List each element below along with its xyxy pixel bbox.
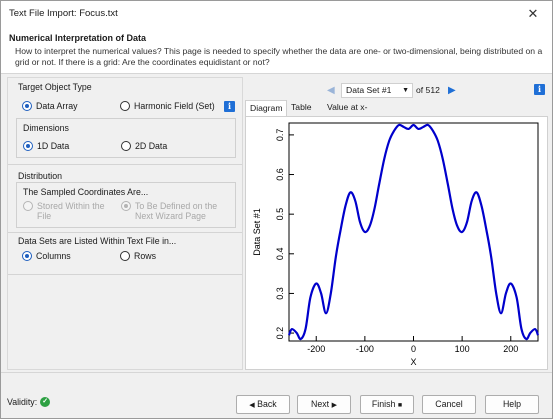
radio-circle [120,251,130,261]
x-tick-label: -100 [356,344,374,354]
distribution-group: Distribution The Sampled Coordinates Are… [8,166,242,232]
y-tick-label: 0.3 [275,287,285,300]
next-button[interactable]: Next ▶ [297,395,351,414]
next-button-label: Next [311,399,330,409]
listing-group: Data Sets are Listed Within Text File in… [8,234,242,274]
y-tick-label: 0.5 [275,208,285,221]
x-tick-label: -200 [307,344,325,354]
wizard-header: Numerical Interpretation of Data How to … [1,26,552,74]
radio-rows[interactable]: Rows [120,251,156,261]
cancel-button-label: Cancel [435,399,463,409]
validity-label: Validity: [7,397,38,407]
radio-defined-next-page[interactable]: To Be Defined on the Next Wizard Page [121,201,217,221]
radio-label-line1: Stored Within the [37,201,105,211]
window-title: Text File Import: Focus.txt [9,8,118,19]
diagram-area: 0.2 0.3 0.4 0.5 0.6 0.7 -200 -100 0 100 200 X Dat… [245,116,548,370]
radio-label: Harmonic Field (Set) [134,101,215,111]
radio-circle [121,141,131,151]
y-axis-label: Data Set #1 [252,208,262,256]
preview-panel: ◀ Data Set #1 ▼ of 512 ▶ i Diagram Table… [245,77,548,370]
dataset-count: of 512 [416,85,440,95]
target-object-title: Target Object Type [18,82,92,92]
chevron-left-icon[interactable]: ◀ [327,85,335,96]
radio-circle [23,141,33,151]
sampled-coordinates-title: The Sampled Coordinates Are... [23,187,149,197]
back-button-label: Back [257,399,277,409]
listing-title: Data Sets are Listed Within Text File in… [18,236,177,246]
radio-circle [22,251,32,261]
help-button-label: Help [502,399,522,409]
divider [8,232,242,233]
y-tick-label: 0.4 [275,248,285,261]
radio-circle [23,201,33,211]
line-chart: 0.2 0.3 0.4 0.5 0.6 0.7 -200 -100 0 100 200 X Dat… [252,122,540,367]
series-line [287,123,540,341]
title-bar: Text File Import: Focus.txt ✕ [1,1,552,26]
x-tick-label: 200 [503,344,518,354]
options-panel: Target Object Type Data Array Harmonic F… [7,77,243,370]
wizard-footer: Validity: ✓ ◀ Back Next ▶ Finish ■ Cance… [1,372,552,418]
back-button[interactable]: ◀ Back [236,395,290,414]
distribution-title: Distribution [18,171,63,181]
dimensions-title: Dimensions [23,123,69,133]
finish-button-label: Finish [371,399,396,409]
y-tick-label: 0.6 [275,168,285,181]
plot-frame [288,122,539,342]
radio-circle [121,201,131,211]
sampled-coordinates-box: The Sampled Coordinates Are... Stored Wi… [16,182,236,228]
radio-label: Data Array [36,101,78,111]
radio-label-line2: File [37,211,52,221]
y-tick-label: 0.2 [275,327,285,340]
help-button[interactable]: Help [485,395,539,414]
dataset-select[interactable]: Data Set #1 ▼ [341,83,413,98]
divider [8,164,242,165]
radio-label: 2D Data [135,141,168,151]
x-tick-label: 100 [455,344,470,354]
page-description: How to interpret the numerical values? T… [15,46,543,67]
radio-label-line1: To Be Defined on the [135,201,218,211]
info-icon[interactable]: i [534,84,545,95]
radio-1d-data[interactable]: 1D Data [23,141,69,151]
tab-diagram[interactable]: Diagram [245,100,288,116]
chevron-right-icon[interactable]: ▶ [448,85,456,96]
target-object-group: Target Object Type Data Array Harmonic F… [8,78,242,164]
divider [8,274,242,275]
validity-indicator: Validity: ✓ [7,397,51,407]
radio-label: 1D Data [37,141,70,151]
radio-circle [22,101,32,111]
radio-columns[interactable]: Columns [22,251,71,261]
radio-stored-within-file[interactable]: Stored Within the File [23,201,104,221]
stop-square-icon: ■ [397,402,403,409]
radio-label: Columns [36,251,71,261]
radio-harmonic-field[interactable]: Harmonic Field (Set) [120,101,215,111]
radio-2d-data[interactable]: 2D Data [121,141,167,151]
check-circle-icon: ✓ [40,397,51,407]
dimensions-box: Dimensions 1D Data 2D Data [16,118,236,158]
import-wizard-window: Text File Import: Focus.txt ✕ Numerical … [0,0,553,419]
radio-circle [120,101,130,111]
arrow-right-icon: ▶ [331,402,337,409]
cancel-button[interactable]: Cancel [422,395,476,414]
page-title: Numerical Interpretation of Data [9,33,147,43]
radio-label: Rows [134,251,156,261]
y-tick-label: 0.7 [275,129,285,142]
tab-table[interactable]: Table [287,100,316,116]
radio-label-line2: Next Wizard Page [135,211,206,221]
tab-value-at-x[interactable]: Value at x-Coordinate [323,100,373,127]
radio-data-array[interactable]: Data Array [22,101,78,111]
close-icon[interactable]: ✕ [522,5,544,23]
x-axis-label: X [410,357,416,367]
finish-button[interactable]: Finish ■ [360,395,414,414]
x-tick-label: 0 [411,344,416,354]
info-icon[interactable]: i [224,101,235,112]
chevron-down-icon: ▼ [402,87,409,94]
arrow-left-icon: ◀ [249,402,255,409]
dataset-select-value: Data Set #1 [346,85,392,95]
